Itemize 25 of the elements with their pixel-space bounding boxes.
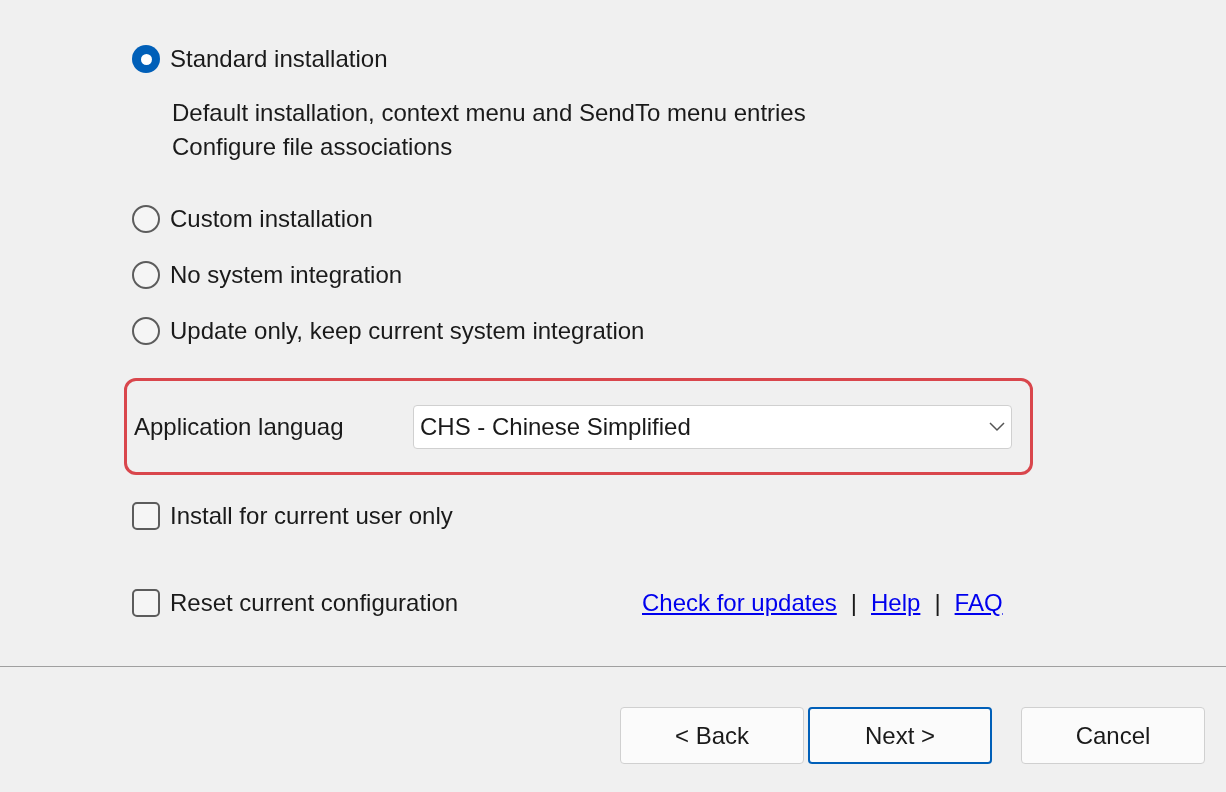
- link[interactable]: Help: [871, 585, 921, 621]
- radio-button[interactable]: [132, 261, 160, 289]
- language-label: Application languag: [134, 411, 345, 442]
- option-description: Default installation, context menu and SendTo menu entries: [172, 98, 807, 128]
- checkbox[interactable]: [132, 589, 160, 617]
- option-label[interactable]: Custom installation: [170, 201, 373, 237]
- link-separator: |: [850, 588, 857, 618]
- option-label[interactable]: Update only, keep current system integration: [170, 313, 645, 349]
- radio-button[interactable]: [132, 45, 160, 73]
- checkbox[interactable]: [132, 502, 160, 530]
- link-separator: |: [934, 588, 941, 618]
- option-label[interactable]: Standard installation: [170, 41, 388, 77]
- chevron-down-icon: [989, 421, 1005, 432]
- dialog-button[interactable]: Cancel: [1021, 707, 1205, 764]
- radio-button[interactable]: [132, 205, 160, 233]
- language-dropdown[interactable]: CHS - Chinese Simplified: [413, 404, 1012, 449]
- link[interactable]: Check for updates: [642, 585, 837, 621]
- option-description: Configure file associations: [172, 132, 454, 162]
- checkbox-label[interactable]: Reset current configuration: [170, 585, 459, 621]
- link[interactable]: FAQ: [954, 585, 1003, 621]
- dialog-button[interactable]: < Back: [620, 707, 804, 764]
- radio-button[interactable]: [132, 317, 160, 345]
- dialog-button[interactable]: Next >: [808, 707, 992, 764]
- checkbox-label[interactable]: Install for current user only: [170, 498, 453, 534]
- option-label[interactable]: No system integration: [170, 257, 403, 293]
